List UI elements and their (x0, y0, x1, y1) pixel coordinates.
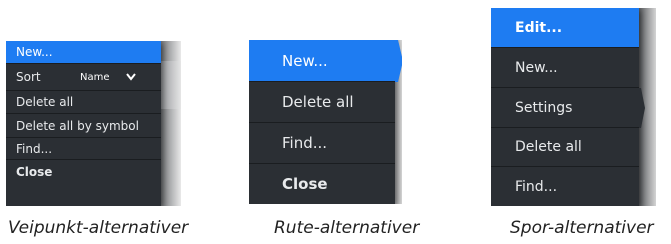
menu-item-delete-all[interactable]: Delete all (491, 128, 639, 167)
route-options-panel: New... Delete all Find... Close (249, 40, 402, 204)
menu-item-label: Close (16, 164, 53, 179)
menu-item-label: Find... (16, 141, 53, 156)
menu-item-sort[interactable]: Sort Name (6, 64, 161, 91)
menu-item-label: Edit... (515, 19, 563, 36)
menu-item-label: Find... (515, 178, 558, 195)
menu-item-new[interactable]: New... (249, 40, 395, 82)
menu-item-label: Close (282, 175, 328, 193)
menu-item-label: New... (282, 51, 328, 70)
menu-item-find[interactable]: Find... (6, 138, 161, 160)
menu-item-new[interactable]: New... (491, 48, 639, 88)
menu-item-delete-all-by-symbol[interactable]: Delete all by symbol (6, 114, 161, 138)
menu-item-new[interactable]: New... (6, 41, 161, 64)
menu-item-close[interactable]: Close (249, 164, 395, 204)
chevron-down-icon (126, 73, 136, 81)
background-highlight (161, 61, 181, 109)
menu-item-find[interactable]: Find... (491, 167, 639, 206)
track-options-menu: Edit... New... Settings Delete all Find.… (491, 8, 639, 206)
menu-item-label: Find... (282, 134, 328, 152)
sort-select[interactable]: Name (80, 68, 136, 87)
route-options-menu: New... Delete all Find... Close (249, 40, 395, 204)
menu-item-find[interactable]: Find... (249, 123, 395, 164)
waypoint-options-menu: New... Sort Name Delete all Delete all b… (6, 41, 161, 206)
menu-item-delete-all[interactable]: Delete all (249, 82, 395, 123)
menu-item-edit[interactable]: Edit... (491, 8, 639, 48)
track-options-panel: Edit... New... Settings Delete all Find.… (491, 8, 656, 206)
menu-item-label: Sort (16, 70, 41, 84)
menu-item-delete-all[interactable]: Delete all (6, 91, 161, 114)
menu-item-label: New... (515, 59, 558, 76)
menu-item-label: Delete all (282, 93, 354, 111)
caption-route: Rute-alternativer (274, 218, 420, 238)
caption-waypoint: Veipunkt-alternativer (8, 218, 189, 238)
waypoint-options-panel: New... Sort Name Delete all Delete all b… (6, 41, 181, 206)
menu-item-label: New... (16, 45, 53, 59)
menu-item-settings[interactable]: Settings (491, 88, 639, 128)
menu-item-label: Delete all by symbol (16, 118, 139, 133)
menu-item-label: Delete all (515, 139, 582, 155)
caption-track: Spor-alternativer (510, 218, 654, 238)
submenu-arrow-icon (395, 40, 402, 82)
menu-item-close[interactable]: Close (6, 160, 161, 183)
submenu-arrow-icon (639, 88, 645, 128)
menu-item-label: Settings (515, 99, 573, 116)
sort-select-value: Name (80, 71, 110, 83)
menu-item-label: Delete all (16, 95, 74, 109)
